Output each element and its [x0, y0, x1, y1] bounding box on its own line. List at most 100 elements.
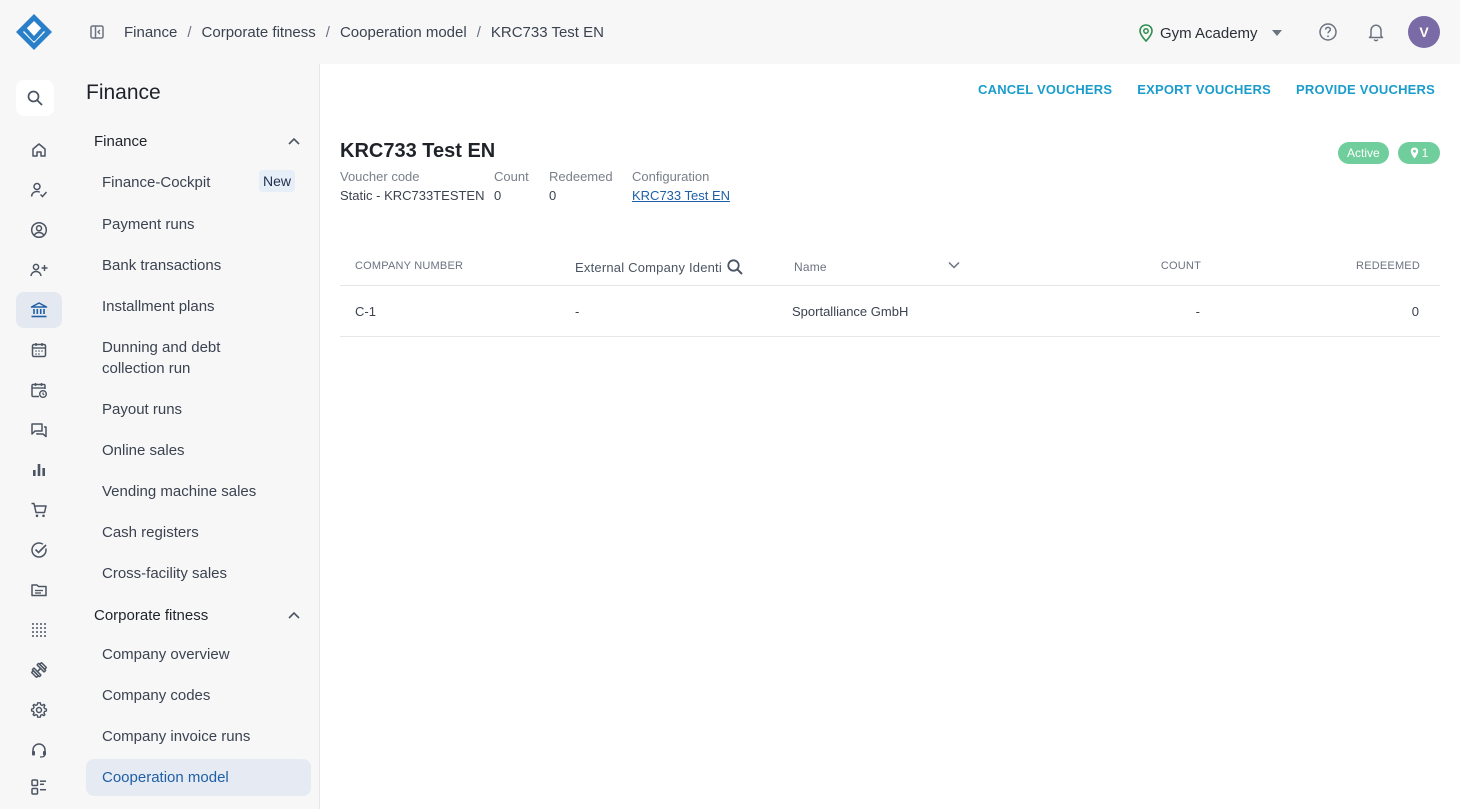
finance-subnav: Finance Finance Finance-Cockpit New Paym…: [70, 64, 320, 809]
notification-bell-icon[interactable]: [1367, 22, 1385, 42]
apps-icon: [31, 779, 46, 795]
icon-rail: [0, 64, 70, 809]
shopping-cart-icon: [31, 502, 47, 518]
nav-cross-facility-sales[interactable]: Cross-facility sales: [86, 563, 311, 584]
rail-leads[interactable]: [16, 252, 62, 288]
chevron-up-icon: [288, 611, 300, 619]
global-search-button[interactable]: [16, 80, 54, 116]
table-header: COMPANY NUMBER External Company Identi N…: [340, 246, 1440, 286]
nav-payout-runs[interactable]: Payout runs: [86, 399, 311, 420]
rail-training[interactable]: [16, 652, 62, 688]
nav-payment-runs[interactable]: Payment runs: [86, 214, 311, 235]
meta-label: Configuration: [632, 169, 710, 184]
nav-vending-machine-sales[interactable]: Vending machine sales: [86, 481, 311, 502]
group-corporate-fitness-header[interactable]: Corporate fitness: [94, 603, 300, 627]
rail-checkin[interactable]: [16, 172, 62, 208]
location-pin-icon: [1410, 147, 1418, 159]
person-check-icon: [30, 182, 48, 198]
page-title: KRC733 Test EN: [340, 140, 496, 162]
breadcrumb-corporate-fitness[interactable]: Corporate fitness: [202, 24, 316, 41]
rail-finance[interactable]: [16, 292, 62, 328]
rail-devices[interactable]: [16, 612, 62, 648]
rail-messages[interactable]: [16, 412, 62, 448]
location-pin-icon: [1139, 24, 1153, 42]
nav-item-label: Finance-Cockpit: [102, 174, 211, 191]
cell-company-number: C-1: [355, 304, 376, 319]
user-circle-icon: [30, 221, 48, 239]
nav-company-invoice-runs[interactable]: Company invoice runs: [86, 726, 311, 747]
provide-vouchers-button[interactable]: PROVIDE VOUCHERS: [1296, 82, 1435, 97]
rail-tasks[interactable]: [16, 532, 62, 568]
rail-appointments[interactable]: [16, 372, 62, 408]
nav-finance-cockpit[interactable]: Finance-Cockpit New: [86, 170, 311, 193]
subnav-title: Finance: [86, 81, 161, 104]
breadcrumb-separator: /: [187, 23, 192, 41]
dots-grid-icon: [32, 623, 46, 637]
rail-support[interactable]: [16, 732, 62, 768]
breadcrumb-separator: /: [476, 23, 481, 41]
breadcrumb-separator: /: [325, 23, 330, 41]
rail-members[interactable]: [16, 212, 62, 248]
companies-table: COMPANY NUMBER External Company Identi N…: [340, 246, 1440, 337]
group-corporate-fitness-label: Corporate fitness: [94, 606, 209, 624]
location-count-badge[interactable]: 1: [1398, 142, 1440, 164]
bar-chart-icon: [33, 464, 45, 476]
chevron-down-icon[interactable]: [948, 261, 960, 269]
rail-documents[interactable]: [16, 572, 62, 608]
cell-external-id: -: [575, 304, 580, 319]
col-redeemed[interactable]: REDEEMED: [1356, 260, 1420, 272]
gym-name: Gym Academy: [1160, 24, 1258, 42]
rail-shop[interactable]: [16, 492, 62, 528]
col-external-company-id[interactable]: External Company Identi: [575, 258, 744, 276]
cell-count: -: [1195, 304, 1200, 319]
nav-company-codes[interactable]: Company codes: [86, 685, 311, 706]
main-content: CANCEL VOUCHERS EXPORT VOUCHERS PROVIDE …: [320, 64, 1460, 809]
rail-settings[interactable]: [16, 692, 62, 728]
meta-count: Count 0: [494, 169, 529, 203]
cell-redeemed: 0: [1411, 304, 1419, 319]
bank-icon: [30, 302, 48, 318]
meta-value: Static - KRC733TESTEN: [340, 188, 485, 203]
calendar-clock-icon: [31, 383, 47, 398]
nav-installment-plans[interactable]: Installment plans: [86, 296, 311, 317]
meta-configuration: Configuration KRC733 Test EN: [632, 169, 730, 203]
nav-cooperation-model[interactable]: Cooperation model: [86, 759, 311, 796]
breadcrumb: Finance / Corporate fitness / Cooperatio…: [124, 22, 604, 42]
meta-value: 0: [549, 188, 557, 203]
col-count[interactable]: COUNT: [1161, 260, 1201, 272]
location-count: 1: [1421, 146, 1429, 160]
breadcrumb-cooperation-model[interactable]: Cooperation model: [340, 24, 467, 41]
sidebar-toggle-icon[interactable]: [88, 23, 106, 41]
nav-bank-transactions[interactable]: Bank transactions: [86, 255, 311, 276]
rail-home[interactable]: [16, 132, 62, 168]
gear-icon: [30, 702, 48, 718]
group-finance-label: Finance: [94, 132, 148, 150]
table-row[interactable]: C-1 - Sportalliance GmbH - 0: [340, 286, 1440, 337]
export-vouchers-button[interactable]: EXPORT VOUCHERS: [1137, 82, 1271, 97]
rail-analytics[interactable]: [16, 452, 62, 488]
configuration-link[interactable]: KRC733 Test EN: [632, 188, 730, 203]
nav-online-sales[interactable]: Online sales: [86, 440, 311, 461]
col-name[interactable]: Name: [794, 260, 827, 274]
cancel-vouchers-button[interactable]: CANCEL VOUCHERS: [978, 82, 1112, 97]
folder-icon: [31, 584, 47, 597]
nav-cash-registers[interactable]: Cash registers: [86, 522, 311, 543]
chevron-up-icon: [288, 137, 300, 145]
rail-apps[interactable]: [16, 769, 62, 805]
rail-calendar[interactable]: [16, 332, 62, 368]
group-finance-header[interactable]: Finance: [94, 129, 300, 153]
caret-down-icon: [1271, 30, 1282, 36]
meta-redeemed: Redeemed 0: [549, 169, 613, 203]
app-logo[interactable]: [14, 12, 54, 52]
meta-label: Count: [494, 169, 529, 184]
user-avatar[interactable]: V: [1408, 16, 1440, 48]
help-icon[interactable]: [1318, 22, 1338, 42]
col-company-number[interactable]: COMPANY NUMBER: [355, 260, 463, 272]
nav-company-overview[interactable]: Company overview: [86, 644, 311, 665]
search-icon[interactable]: [726, 258, 744, 276]
new-badge: New: [259, 170, 296, 192]
meta-label: Voucher code: [340, 169, 420, 184]
gym-selector[interactable]: Gym Academy: [1138, 22, 1282, 44]
breadcrumb-finance[interactable]: Finance: [124, 24, 177, 41]
nav-dunning-run[interactable]: Dunning and debt collection run: [86, 337, 246, 379]
